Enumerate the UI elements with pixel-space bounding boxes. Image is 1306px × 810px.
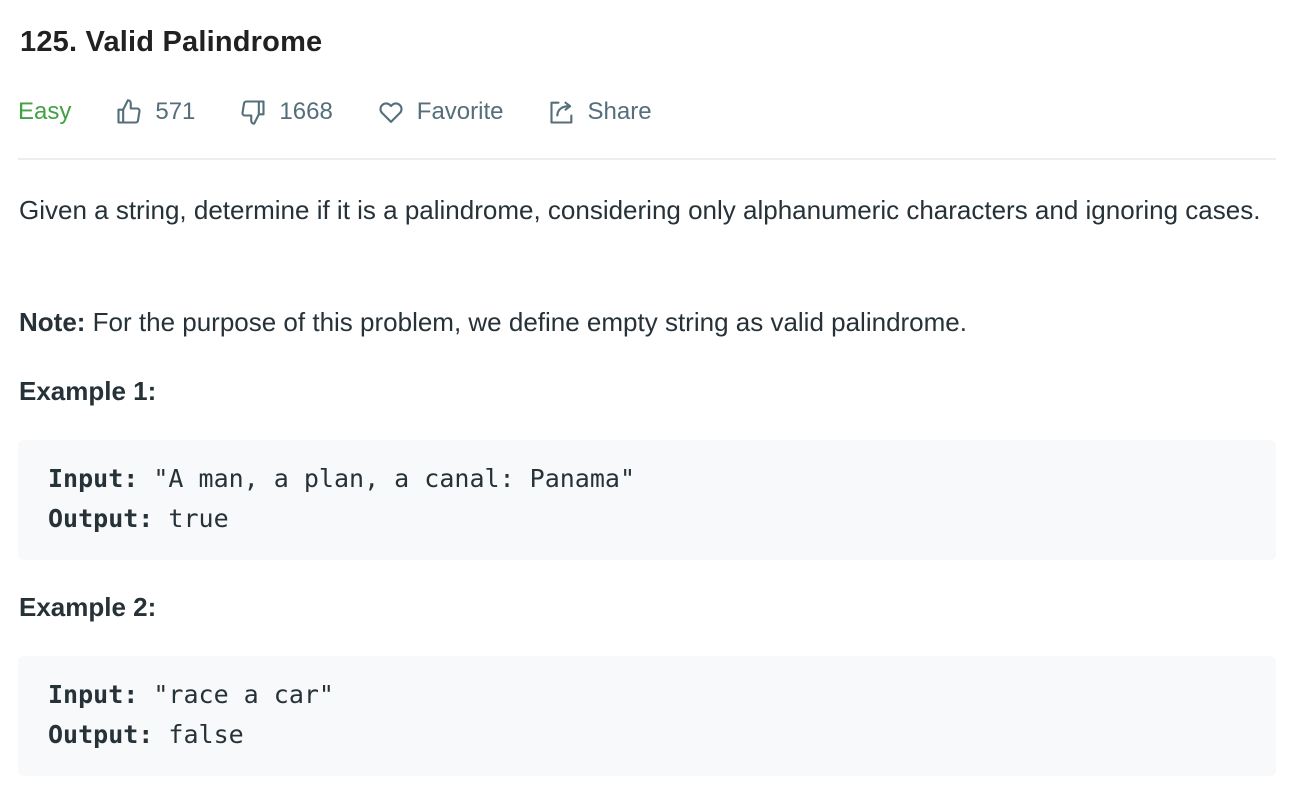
example-2-output-value: false: [153, 720, 244, 749]
problem-description: Given a string, determine if it is a pal…: [19, 195, 1261, 225]
example-1-input-value: "A man, a plan, a canal: Panama": [138, 464, 636, 493]
example-2-output-label: Output:: [48, 720, 154, 749]
thumbs-down-icon: [241, 100, 265, 125]
example-2-code-block: Input: "race a car" Output: false: [18, 656, 1276, 776]
example-2-title: Example 2:: [19, 592, 157, 622]
share-icon: [549, 101, 572, 124]
difficulty-badge: Easy: [18, 98, 72, 125]
example-1-title: Example 1:: [19, 376, 157, 406]
note-text: For the purpose of this problem, we defi…: [85, 307, 967, 337]
problem-note: Note: For the purpose of this problem, w…: [19, 301, 967, 343]
example-1-code-block: Input: "A man, a plan, a canal: Panama" …: [18, 440, 1276, 560]
like-button[interactable]: 571: [115, 98, 195, 126]
example-1-input-line: Input: "A man, a plan, a canal: Panama": [48, 464, 635, 493]
dislike-button[interactable]: 1668: [239, 98, 333, 126]
note-label: Note:: [19, 307, 86, 337]
problem-title: 125. Valid Palindrome: [20, 26, 323, 58]
example-2-input-value: "race a car": [138, 680, 334, 709]
example-2-output-line: Output: false: [48, 720, 244, 749]
problem-meta-bar: Easy 571 1668 Favorite Share: [18, 92, 696, 132]
header-divider: [18, 158, 1276, 160]
example-1-output-value: true: [153, 504, 229, 533]
favorite-button[interactable]: Favorite: [377, 98, 504, 126]
example-2-input-label: Input:: [48, 680, 139, 709]
share-label: Share: [587, 98, 652, 125]
heart-icon: [379, 102, 403, 123]
share-button[interactable]: Share: [548, 98, 652, 126]
favorite-label: Favorite: [416, 98, 504, 125]
like-count: 571: [155, 98, 196, 125]
dislike-count: 1668: [279, 98, 333, 125]
example-2-input-line: Input: "race a car": [48, 680, 334, 709]
thumbs-up-icon: [117, 99, 141, 124]
example-1-output-line: Output: true: [48, 504, 229, 533]
example-1-input-label: Input:: [48, 464, 139, 493]
example-1-output-label: Output:: [48, 504, 154, 533]
